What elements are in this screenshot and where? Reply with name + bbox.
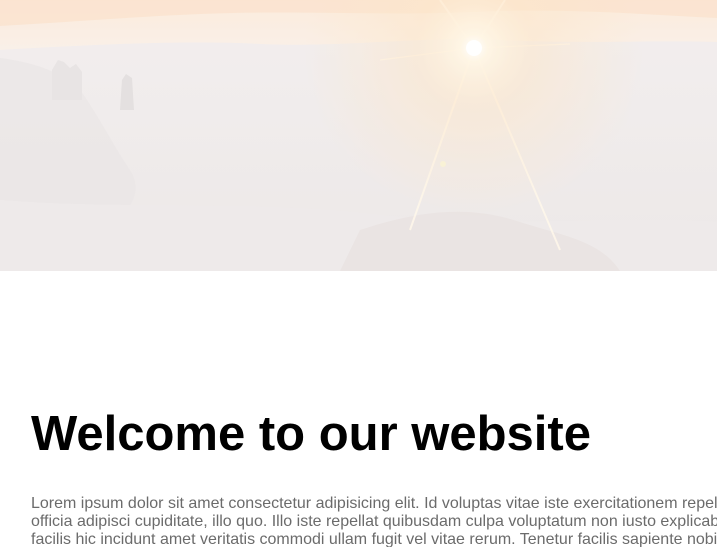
page: Welcome to our website Lorem ipsum dolor… — [0, 0, 717, 547]
intro-paragraph-line: Lorem ipsum dolor sit amet consectetur a… — [31, 495, 717, 512]
sunset-canyon-hero-image — [0, 0, 717, 271]
main-content: Welcome to our website Lorem ipsum dolor… — [31, 405, 717, 547]
intro-paragraph: Lorem ipsum dolor sit amet consectetur a… — [31, 495, 717, 547]
intro-paragraph-line: officia adipisci cupiditate, illo quo. I… — [31, 513, 717, 530]
page-title: Welcome to our website — [31, 407, 591, 461]
hero-image — [0, 0, 717, 271]
intro-paragraph-line: facilis hic incidunt amet veritatis comm… — [31, 531, 717, 547]
